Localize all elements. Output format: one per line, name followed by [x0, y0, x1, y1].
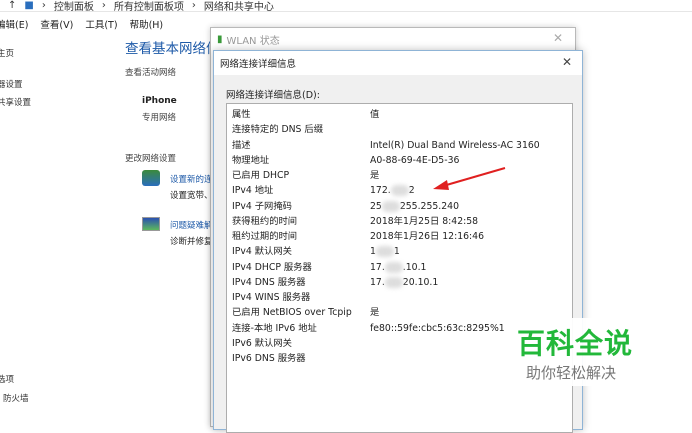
network-type: 专用网络	[142, 113, 177, 123]
dialog-title: 网络连接详细信息	[214, 51, 582, 75]
property-name: 属性	[232, 109, 251, 120]
up-arrow-icon[interactable]: ↑	[8, 0, 16, 11]
breadcrumb-item[interactable]: 控制面板	[54, 0, 94, 13]
breadcrumb-item[interactable]: 所有控制面板项	[114, 0, 184, 13]
details-list-label: 网络连接详细信息(D):	[226, 90, 320, 101]
troubleshoot-desc: 诊断并修复	[170, 237, 213, 247]
blurred-region	[384, 261, 403, 273]
property-name: 连接-本地 IPv6 地址	[232, 322, 317, 334]
property-name: IPv4 默认网关	[232, 246, 292, 258]
page-title: 查看基本网络信	[125, 41, 220, 57]
property-name: IPv4 DHCP 服务器	[232, 261, 312, 273]
table-row[interactable]: 获得租约的时间 2018年1月25日 8:42:58	[232, 214, 572, 229]
property-name: 连接特定的 DNS 后缀	[232, 124, 324, 136]
property-value: 是	[370, 307, 380, 319]
sidebar-item-sharing[interactable]: 共享设置	[0, 96, 31, 108]
table-row[interactable]: 属性 值	[232, 107, 572, 122]
property-name: 已启用 DHCP	[232, 170, 290, 181]
property-value: 25 255.255.240	[370, 200, 459, 212]
property-name: IPv4 DNS 服务器	[232, 276, 306, 288]
table-row[interactable]: 描述 Intel(R) Dual Band Wireless-AC 3160	[232, 138, 572, 153]
setup-connection-desc: 设置宽带、	[170, 191, 213, 201]
property-name: IPv6 默认网关	[232, 337, 292, 349]
change-settings-heading: 更改网络设置	[125, 154, 177, 164]
table-row[interactable]: IPv4 子网掩码 25 255.255.240	[232, 199, 572, 214]
menu-help[interactable]: 帮助(H)	[130, 17, 164, 31]
property-value: fe80::59fe:cbc5:63c:8295%1	[370, 322, 505, 334]
blurred-region	[390, 185, 409, 197]
property-name: IPv4 WINS 服务器	[232, 292, 311, 303]
sidebar-item-firewall[interactable]: 防火墙	[3, 392, 29, 404]
setup-connection-link[interactable]: 设置新的连	[170, 173, 213, 185]
network-name: iPhone	[142, 96, 177, 106]
property-name: 描述	[232, 139, 251, 151]
sidebar-item-options[interactable]: 选项	[0, 373, 14, 385]
blurred-region	[381, 200, 400, 212]
table-row[interactable]: IPv4 DHCP 服务器 17. .10.1	[232, 260, 572, 275]
property-value: Intel(R) Dual Band Wireless-AC 3160	[370, 139, 540, 151]
property-name: IPv4 地址	[232, 185, 274, 197]
property-name: IPv6 DNS 服务器	[232, 353, 306, 364]
troubleshoot-link[interactable]: 问题疑难解	[170, 219, 213, 231]
property-value: 17. 20.10.1	[370, 276, 439, 288]
wlan-window-title: WLAN 状态	[226, 35, 280, 47]
close-icon[interactable]: ✕	[553, 31, 563, 45]
property-value: 11	[370, 246, 400, 258]
table-row[interactable]: IPv4 DNS 服务器 17. 20.10.1	[232, 275, 572, 290]
sidebar-item-adapter[interactable]: 器设置	[0, 78, 23, 90]
address-bar[interactable]: ↑ ■ › 控制面板 › 所有控制面板项 › 网络和共享中心	[0, 0, 692, 13]
breadcrumb-item[interactable]: 网络和共享中心	[204, 0, 274, 13]
table-row[interactable]: 物理地址 A0-88-69-4E-D5-36	[232, 153, 572, 168]
property-value: 17. .10.1	[370, 261, 427, 273]
property-value: 是	[370, 170, 380, 181]
blurred-region	[384, 276, 403, 288]
table-row[interactable]: IPv4 地址 172. 2	[232, 183, 572, 198]
table-row[interactable]: IPv4 WINS 服务器	[232, 290, 572, 305]
sidebar-item-home[interactable]: 主页	[0, 47, 14, 59]
menu-edit[interactable]: 编辑(E)	[0, 17, 28, 31]
watermark-title: 百科全说	[517, 327, 634, 360]
table-row[interactable]: 已启用 DHCP 是	[232, 168, 572, 183]
active-network-heading: 查看活动网络	[125, 68, 177, 78]
property-value: 2018年1月26日 12:16:46	[370, 231, 485, 242]
menu-tools[interactable]: 工具(T)	[85, 17, 117, 31]
property-value: 值	[370, 109, 380, 120]
table-row[interactable]: 租约过期的时间 2018年1月26日 12:16:46	[232, 229, 572, 244]
setup-network-icon	[142, 170, 160, 186]
property-value: 2018年1月25日 8:42:58	[370, 215, 479, 227]
control-panel-icon: ■	[24, 0, 34, 11]
wifi-signal-icon: ▮	[217, 33, 223, 45]
blurred-region	[375, 246, 394, 258]
property-value: 172. 2	[370, 185, 415, 197]
property-name: 物理地址	[232, 154, 270, 166]
menu-view[interactable]: 查看(V)	[40, 17, 73, 31]
property-name: 获得租约的时间	[232, 215, 298, 227]
troubleshoot-icon	[142, 217, 160, 231]
watermark-subtitle: 助你轻松解决	[526, 364, 617, 382]
property-name: 已启用 NetBIOS over Tcpip	[232, 307, 352, 319]
property-name: 租约过期的时间	[232, 231, 298, 242]
table-row[interactable]: 连接特定的 DNS 后缀	[232, 122, 572, 137]
red-arrow-annotation	[433, 167, 506, 190]
watermark-logo: 百科全说 助你轻松解决	[512, 318, 662, 386]
close-icon[interactable]: ✕	[562, 55, 572, 69]
table-row[interactable]: IPv4 默认网关 1 1	[232, 244, 572, 259]
property-name: IPv4 子网掩码	[232, 200, 292, 212]
